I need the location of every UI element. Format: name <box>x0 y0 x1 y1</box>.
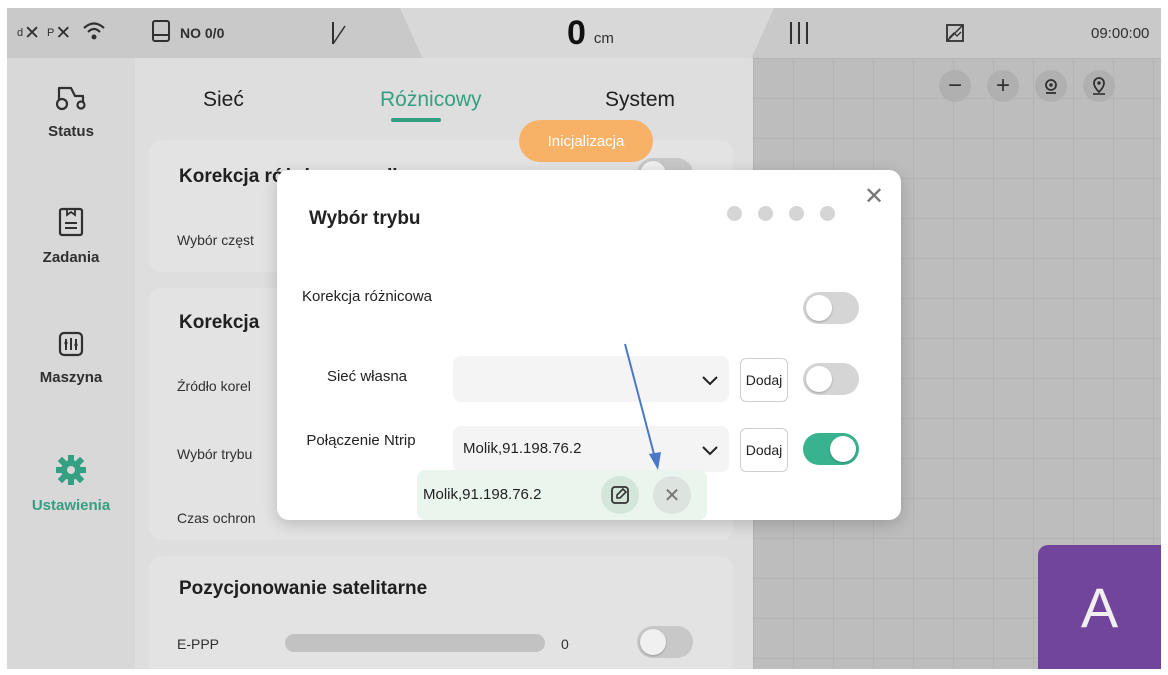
app-frame: d ✕ P ✕ NO 0/0 0 cm 09:00:00 Status Zada… <box>7 8 1161 669</box>
annotation-arrow <box>624 343 661 470</box>
